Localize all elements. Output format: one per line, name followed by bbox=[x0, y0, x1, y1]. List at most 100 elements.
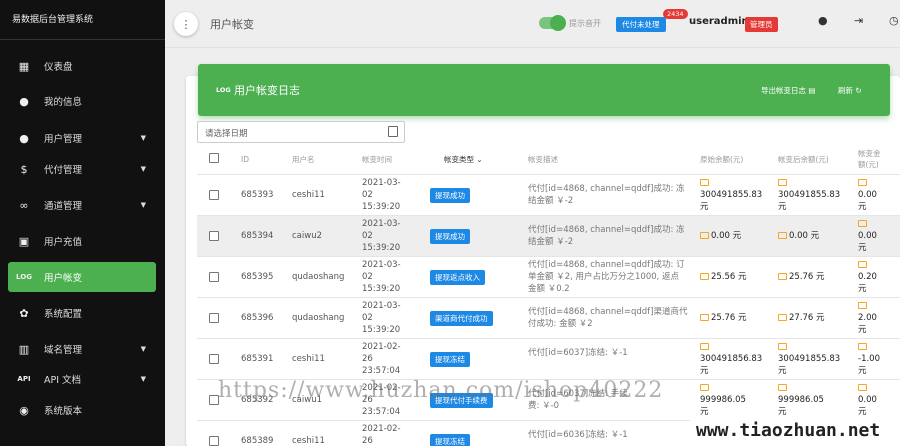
select-all-checkbox[interactable] bbox=[209, 153, 219, 163]
col-header-user[interactable]: 用户名 bbox=[292, 154, 315, 165]
log-icon: LOG bbox=[216, 86, 231, 94]
row-after-value: 27.76 元 bbox=[789, 313, 825, 323]
row-desc-line1: 代付[id=6037]冻结: ￥-1 bbox=[528, 348, 628, 358]
sidebar-item-account-changes[interactable]: LOG 用户帐变 bbox=[8, 262, 156, 292]
refresh-icon: ↻ bbox=[855, 86, 862, 95]
row-clock: 15:39:20 bbox=[362, 243, 401, 253]
sidebar-item-dashboard[interactable]: ▦ 仪表盘 bbox=[8, 51, 156, 81]
table-row[interactable]: 685395 qudaoshang 2021-03- 02 15:39:20 提现返点收入… bbox=[197, 256, 900, 297]
row-amount: 0.00 元 bbox=[858, 382, 877, 418]
row-amount-value: 0.00 bbox=[858, 395, 877, 405]
sound-toggle-label: 提示音开 bbox=[569, 19, 601, 28]
chevron-down-icon: ⌄ bbox=[476, 155, 483, 164]
pending-payout-button[interactable]: 代付未处理 bbox=[616, 17, 666, 32]
gear-icon: ✿ bbox=[19, 306, 29, 320]
row-desc-line2: 结金额 ￥-2 bbox=[528, 237, 574, 247]
row-day: 02 bbox=[362, 231, 373, 241]
row-time: 2021-02- 26 bbox=[362, 423, 401, 446]
row-amount-value: 0.00 bbox=[858, 190, 877, 200]
row-description: 代付[id=6037]冻结: ￥-1 bbox=[528, 347, 628, 371]
row-checkbox[interactable] bbox=[209, 436, 219, 446]
refresh-button[interactable]: 刷新 ↻ bbox=[838, 85, 862, 96]
sidebar-item-user-recharge[interactable]: ▣ 用户充值 bbox=[8, 226, 156, 256]
row-amount-value: 0.00 bbox=[858, 231, 877, 241]
sidebar-item-label: API 文档 bbox=[44, 375, 82, 386]
table-row[interactable]: 685393 ceshi11 2021-03- 02 15:39:20 提现成功 代付[id… bbox=[197, 174, 900, 215]
row-day: 26 bbox=[362, 354, 373, 364]
sidebar-item-my-info[interactable]: ● 我的信息 bbox=[8, 86, 156, 116]
money-icon bbox=[700, 384, 709, 391]
sidebar-item-label: 用户管理 bbox=[44, 134, 83, 145]
row-before-value: 999986.05 bbox=[700, 395, 746, 405]
row-before-unit: 元 bbox=[700, 202, 709, 212]
row-username: ceshi11 bbox=[292, 436, 325, 446]
row-clock: 15:39:20 bbox=[362, 284, 401, 294]
row-username: ceshi11 bbox=[292, 354, 325, 364]
row-checkbox[interactable] bbox=[209, 313, 219, 323]
row-time: 2021-03- 02 15:39:20 bbox=[362, 300, 401, 336]
col-header-type-filter[interactable]: 帐变类型 ⌄ bbox=[444, 154, 483, 165]
row-amount-unit: 元 bbox=[858, 284, 867, 294]
row-amount: 0.00 元 bbox=[858, 218, 877, 254]
row-balance-before: 300491855.83 元 bbox=[700, 177, 762, 213]
col-header-desc[interactable]: 帐变描述 bbox=[528, 154, 558, 165]
col-header-type: 帐变类型 bbox=[444, 155, 474, 164]
row-balance-after: 0.00 元 bbox=[778, 230, 819, 242]
sidebar-item-payout-management[interactable]: $ 代付管理 ▼ bbox=[8, 154, 156, 184]
row-checkbox[interactable] bbox=[209, 272, 219, 282]
sidebar-item-channel-management[interactable]: ∞ 通道管理 ▼ bbox=[8, 190, 156, 220]
col-header-id[interactable]: ID bbox=[241, 154, 249, 165]
sidebar-item-label: 系统配置 bbox=[44, 309, 83, 320]
row-balance-before: 0.00 元 bbox=[700, 230, 741, 242]
row-before-value: 25.56 元 bbox=[711, 272, 747, 282]
sidebar-item-user-management[interactable]: ● 用户管理 ▼ bbox=[8, 123, 156, 153]
row-after-unit: 元 bbox=[778, 202, 787, 212]
sidebar-item-system-config[interactable]: ✿ 系统配置 bbox=[8, 298, 156, 328]
clock-icon[interactable]: ◷ bbox=[889, 14, 899, 27]
row-amount: -1.00 元 bbox=[858, 341, 880, 377]
sidebar-item-domain-management[interactable]: ▥ 域名管理 ▼ bbox=[8, 334, 156, 364]
sound-toggle[interactable] bbox=[539, 15, 566, 31]
sidebar-item-api-docs[interactable]: API API 文档 ▼ bbox=[8, 364, 156, 394]
row-username: ceshi11 bbox=[292, 190, 325, 200]
row-amount-unit: 元 bbox=[858, 202, 867, 212]
logout-icon[interactable]: ⇥ bbox=[854, 14, 863, 27]
api-icon: API bbox=[17, 375, 31, 383]
user-icon[interactable]: ● bbox=[818, 14, 828, 27]
money-icon bbox=[778, 232, 787, 239]
export-log-button[interactable]: 导出帐变日志 ▤ bbox=[761, 85, 815, 96]
row-balance-before: 300491856.83 元 bbox=[700, 341, 762, 377]
sidebar-item-system-version[interactable]: ◉ 系统版本 bbox=[8, 395, 156, 425]
row-checkbox[interactable] bbox=[209, 354, 219, 364]
money-icon bbox=[778, 273, 787, 280]
row-type-tag: 提现成功 bbox=[430, 188, 470, 203]
row-after-value: 300491855.83 bbox=[778, 354, 841, 364]
row-desc-line1: 代付[id=4868, channel=qddf]渠道商代 bbox=[528, 307, 688, 317]
row-checkbox[interactable] bbox=[209, 190, 219, 200]
row-date: 2021-03- bbox=[362, 260, 401, 270]
row-time: 2021-02- 26 23:57:04 bbox=[362, 341, 401, 377]
table-row[interactable]: 685394 caiwu2 2021-03- 02 15:39:20 提现成功 代付[id=… bbox=[197, 215, 900, 256]
col-header-time[interactable]: 帐变时间 bbox=[362, 154, 392, 165]
table-row[interactable]: 685396 qudaoshang 2021-03- 02 15:39:20 渠道商代付成… bbox=[197, 297, 900, 338]
table-row[interactable]: 685391 ceshi11 2021-02- 26 23:57:04 提现冻结 代付[id… bbox=[197, 338, 900, 379]
row-amount: 0.20 元 bbox=[858, 259, 877, 295]
row-username: caiwu2 bbox=[292, 231, 322, 241]
col-header-before[interactable]: 原始余额(元) bbox=[700, 154, 743, 165]
row-day: 02 bbox=[362, 190, 373, 200]
row-description: 代付[id=4868, channel=qddf]成功: 冻结金额 ￥-2 bbox=[528, 183, 685, 207]
row-description: 代付[id=4868, channel=qddf]渠道商代 付成功: 金额 ￥2 bbox=[528, 306, 687, 330]
row-checkbox[interactable] bbox=[209, 231, 219, 241]
sidebar-item-label: 用户充值 bbox=[44, 237, 83, 248]
date-picker-input[interactable]: 请选择日期 bbox=[197, 121, 405, 143]
row-before-value: 300491855.83 bbox=[700, 190, 763, 200]
money-icon bbox=[858, 261, 867, 268]
col-header-amount[interactable]: 帐变金 额(元) bbox=[858, 148, 881, 170]
sidebar-item-label: 代付管理 bbox=[44, 165, 83, 176]
more-menu-button[interactable]: ⋮ bbox=[174, 12, 198, 36]
sidebar-item-label: 域名管理 bbox=[44, 345, 83, 356]
money-icon bbox=[700, 179, 709, 186]
row-time: 2021-03- 02 15:39:20 bbox=[362, 218, 401, 254]
watermark-site: www.tiaozhuan.net bbox=[690, 416, 900, 446]
col-header-after[interactable]: 帐变后余额(元) bbox=[778, 154, 829, 165]
